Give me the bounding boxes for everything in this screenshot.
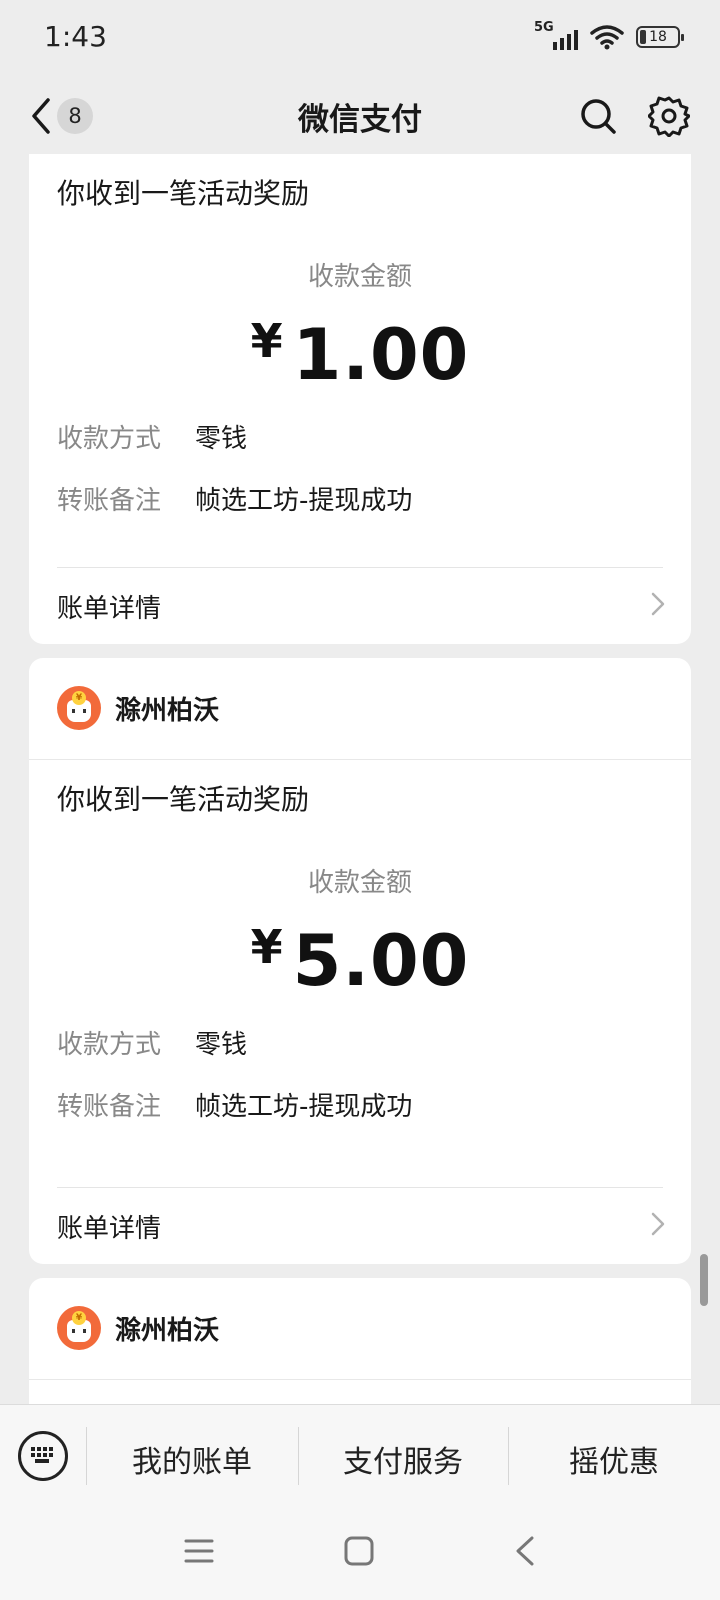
network-type: 5G <box>534 20 554 35</box>
piggy-jar-icon: ¥ <box>57 686 101 730</box>
method-label: 收款方式 <box>57 424 162 454</box>
method-row: 收款方式 零钱 <box>57 1024 247 1061</box>
back-icon[interactable] <box>512 1536 536 1566</box>
merchant-name: 滁州柏沃 <box>115 696 220 726</box>
gear-icon[interactable] <box>648 95 690 137</box>
chevron-right-icon <box>651 1212 665 1236</box>
currency-symbol: ¥ <box>250 920 283 974</box>
bill-detail-label: 账单详情 <box>57 1214 162 1244</box>
note-label: 转账备注 <box>57 1092 162 1122</box>
amount-value: 5.00 <box>292 920 470 1002</box>
method-value: 零钱 <box>195 1030 248 1060</box>
payment-card: ¥ 滁州柏沃 你收到一笔活动奖励 收款金额 ¥5.00 收款方式 零钱 转账备注 帧… <box>29 658 691 1264</box>
message-title: 你收到一笔活动奖励 <box>57 177 310 210</box>
bill-detail-link[interactable]: 账单详情 <box>29 1188 691 1264</box>
battery-icon: 18 <box>636 26 684 48</box>
payment-card: 你收到一笔活动奖励 收款金额 ¥1.00 收款方式 零钱 转账备注 帧选工坊-提现成… <box>29 154 691 644</box>
chevron-right-icon <box>651 592 665 616</box>
search-icon[interactable] <box>578 96 618 136</box>
home-icon[interactable] <box>344 1536 374 1566</box>
note-row: 转账备注 帧选工坊-提现成功 <box>57 1086 412 1123</box>
battery-level: 18 <box>649 29 667 45</box>
method-label: 收款方式 <box>57 1030 162 1060</box>
note-value: 帧选工坊-提现成功 <box>195 1092 413 1122</box>
cellular-signal-icon: 5G <box>534 20 578 52</box>
merchant-header[interactable]: ¥ 滁州柏沃 <box>29 658 691 760</box>
scrollbar-thumb[interactable] <box>700 1254 708 1306</box>
method-row: 收款方式 零钱 <box>57 418 247 455</box>
menu-item-my-bills[interactable]: 我的账单 <box>86 1437 298 1481</box>
amount-label: 收款金额 <box>307 868 412 898</box>
currency-symbol: ¥ <box>250 314 283 368</box>
system-nav-bar <box>0 1512 720 1600</box>
merchant-header[interactable]: ¥ 滁州柏沃 <box>29 1278 691 1380</box>
note-label: 转账备注 <box>57 486 162 516</box>
amount-label: 收款金额 <box>307 262 412 292</box>
piggy-jar-icon: ¥ <box>57 1306 101 1350</box>
nav-bar: 8 微信支付 <box>0 78 720 154</box>
merchant-name: 滁州柏沃 <box>115 1316 220 1346</box>
amount: ¥1.00 <box>29 314 691 396</box>
status-icons: 5G 18 <box>534 20 684 52</box>
note-value: 帧选工坊-提现成功 <box>195 486 413 516</box>
payment-card: ¥ 滁州柏沃 <box>29 1278 691 1418</box>
method-value: 零钱 <box>195 424 248 454</box>
menu-item-pay-services[interactable]: 支付服务 <box>298 1437 508 1481</box>
message-title: 你收到一笔活动奖励 <box>57 783 310 816</box>
status-time: 1:43 <box>44 20 107 53</box>
note-row: 转账备注 帧选工坊-提现成功 <box>57 480 412 517</box>
bottom-menu: 我的账单 支付服务 摇优惠 <box>0 1404 720 1512</box>
menu-icon[interactable] <box>184 1536 214 1566</box>
bill-detail-link[interactable]: 账单详情 <box>29 568 691 644</box>
menu-item-shake-offers[interactable]: 摇优惠 <box>508 1437 720 1481</box>
amount-value: 1.00 <box>292 314 470 396</box>
wifi-icon <box>590 25 624 50</box>
status-bar: 1:43 5G 18 <box>0 0 720 78</box>
keyboard-icon[interactable] <box>18 1431 68 1481</box>
bill-detail-label: 账单详情 <box>57 594 162 624</box>
amount: ¥5.00 <box>29 920 691 1002</box>
